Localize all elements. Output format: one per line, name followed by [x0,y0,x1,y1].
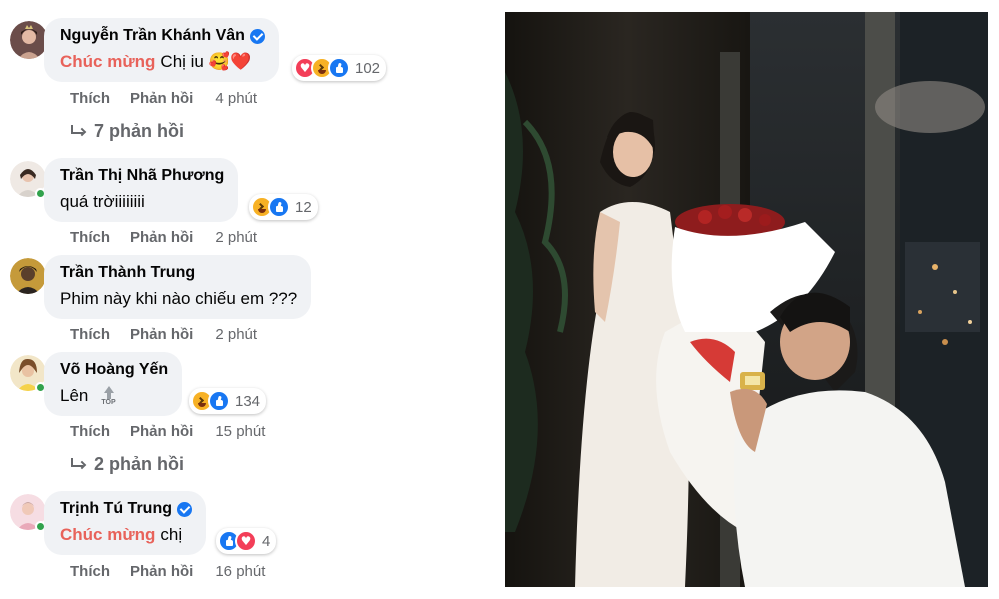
proposal-photo [505,12,988,587]
comment-text: Chúc mừng chị [60,524,192,546]
commenter-name[interactable]: Võ Hoàng Yến [60,361,168,379]
comments-panel: Nguyễn Trần Khánh Vân Chúc mừng Chị iu 🥰… [0,0,480,599]
reply-button[interactable]: Phản hồi [130,423,193,440]
reaction-count: 4 [262,532,271,550]
comment-actions: Thích Phản hồi 2 phút [70,326,257,343]
comment-bubble: Trịnh Tú Trung Chúc mừng chị [44,491,206,555]
like-button[interactable]: Thích [70,423,110,440]
timestamp[interactable]: 2 phút [215,229,257,246]
like-reaction-icon [328,57,350,79]
reaction-count: 134 [235,392,261,410]
verified-badge-icon [176,501,192,517]
top-arrow-icon: TOP [101,385,116,407]
avatar[interactable] [10,258,46,294]
comment-actions: Thích Phản hồi 15 phút [70,423,265,440]
love-reaction-icon [235,530,257,552]
avatar[interactable] [10,21,48,59]
like-button[interactable]: Thích [70,90,110,107]
reply-arrow-icon [70,457,87,472]
comment-body: chị [160,525,183,544]
reaction-count: 12 [295,198,312,216]
commenter-name[interactable]: Trần Thành Trung [60,264,195,282]
commenter-name[interactable]: Trịnh Tú Trung [60,500,172,518]
like-button[interactable]: Thích [70,326,110,343]
photo-illustration [505,12,988,587]
timestamp[interactable]: 15 phút [215,423,265,440]
comment-body: Lên [60,386,89,405]
like-reaction-icon [268,196,290,218]
comment-actions: Thích Phản hồi 4 phút [70,90,257,107]
comment-bubble: Trần Thị Nhã Phương quá trờiiiiiiii [44,158,239,222]
comment-bubble: Võ Hoàng Yến Lên TOP [44,352,183,416]
comment-bubble: Trần Thành Trung Phim này khi nào chiếu … [44,255,312,319]
like-reaction-icon [208,390,230,412]
comment-body: Chị iu [160,52,204,71]
comment-text: Chúc mừng Chị iu 🥰❤️ [60,51,265,73]
commenter-name[interactable]: Trần Thị Nhã Phương [60,167,224,185]
reply-button[interactable]: Phản hồi [130,229,193,246]
comment-body: Phim này khi nào chiếu em ??? [60,289,298,308]
timestamp[interactable]: 16 phút [215,563,265,580]
like-button[interactable]: Thích [70,563,110,580]
reply-button[interactable]: Phản hồi [130,563,193,580]
mention-tag[interactable]: Chúc mừng [60,52,155,72]
comment-text: Lên TOP [60,385,168,407]
reply-button[interactable]: Phản hồi [130,90,193,107]
comment-actions: Thích Phản hồi 16 phút [70,563,265,580]
replies-count: 2 phản hồi [94,454,184,474]
verified-badge-icon [249,28,265,44]
reaction-summary[interactable]: 12 [249,194,318,220]
timestamp[interactable]: 2 phút [215,326,257,343]
reaction-summary[interactable]: 134 [189,388,267,414]
like-button[interactable]: Thích [70,229,110,246]
replies-count: 7 phản hồi [94,121,184,141]
comment-bubble: Nguyễn Trần Khánh Vân Chúc mừng Chị iu 🥰… [44,18,279,82]
comment-text: quá trờiiiiiiii [60,191,224,213]
reaction-summary[interactable]: 102 [292,55,387,81]
view-replies-link[interactable]: 2 phản hồi [70,454,184,475]
comment-actions: Thích Phản hồi 2 phút [70,229,257,246]
commenter-name[interactable]: Nguyễn Trần Khánh Vân [60,27,245,45]
mention-tag[interactable]: Chúc mừng [60,525,155,545]
view-replies-link[interactable]: 7 phản hồi [70,121,184,142]
reaction-summary[interactable]: 4 [216,528,277,554]
comment-body: quá trờiiiiiiii [60,192,145,211]
reply-arrow-icon [70,124,87,139]
reply-button[interactable]: Phản hồi [130,326,193,343]
comment-text: Phim này khi nào chiếu em ??? [60,288,297,310]
reaction-count: 102 [355,59,381,77]
timestamp[interactable]: 4 phút [215,90,257,107]
emoji: 🥰❤️ [208,52,252,72]
